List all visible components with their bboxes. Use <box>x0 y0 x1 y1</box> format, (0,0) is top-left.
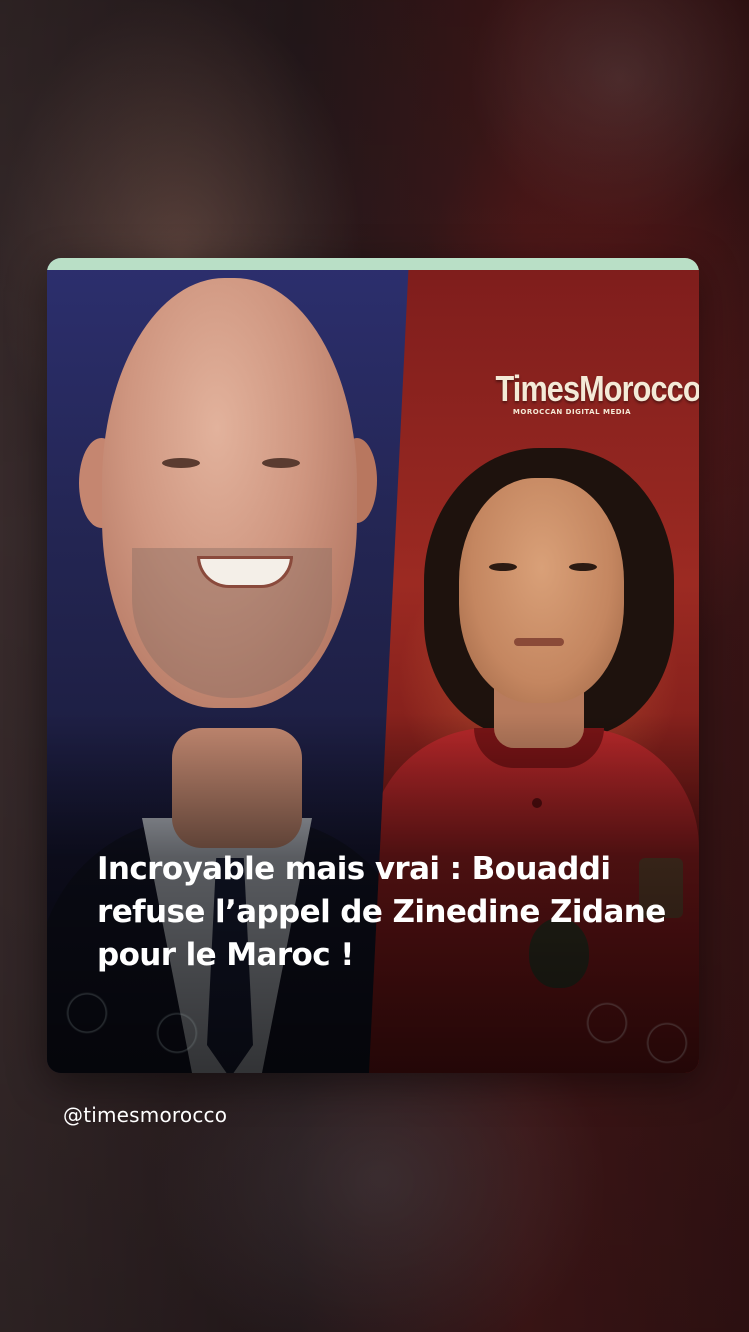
timesmorocco-logo: TimesMorocco MOROCCAN DIGITAL MEDIA <box>482 368 700 416</box>
mouth <box>514 638 564 646</box>
story-viewer: TimesMorocco MOROCCAN DIGITAL MEDIA Incr… <box>0 0 749 1332</box>
eye <box>262 458 300 468</box>
head <box>459 478 624 703</box>
post-headline: Incroyable mais vrai : Bouaddi refuse l’… <box>97 851 666 973</box>
card-accent-bar <box>47 258 699 270</box>
eye <box>489 563 517 571</box>
eye <box>162 458 200 468</box>
eye <box>569 563 597 571</box>
decorative-pattern <box>47 963 699 1073</box>
logo-title: TimesMorocco <box>495 368 700 409</box>
account-handle[interactable]: @timesmorocco <box>63 1103 227 1127</box>
post-card[interactable]: TimesMorocco MOROCCAN DIGITAL MEDIA Incr… <box>47 258 699 1073</box>
